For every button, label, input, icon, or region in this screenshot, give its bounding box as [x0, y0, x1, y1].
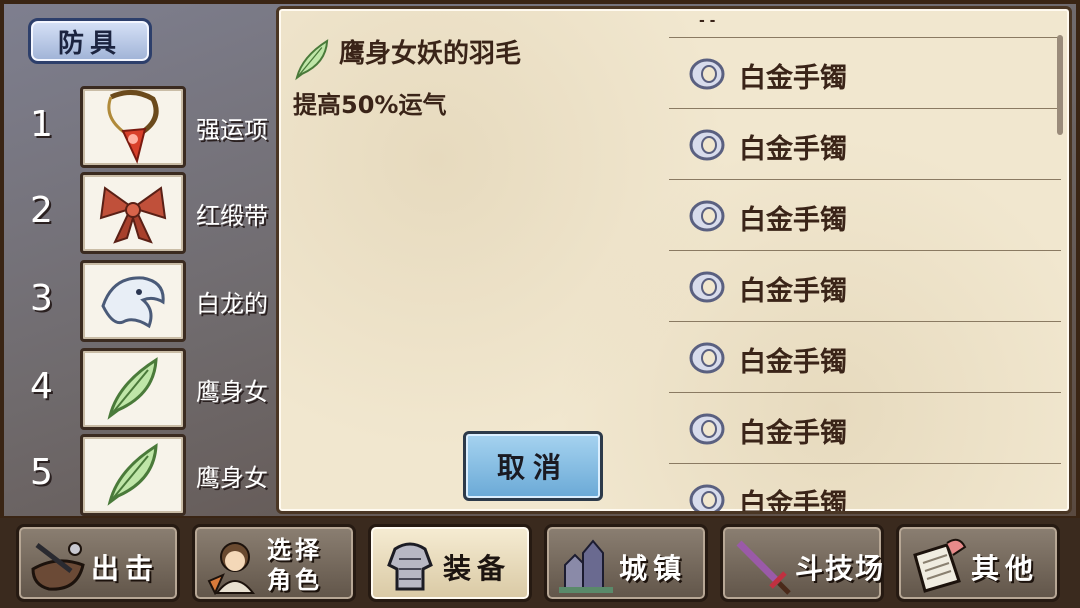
- list-scrollbar[interactable]: [1057, 35, 1063, 135]
- slot-number: 5: [30, 452, 53, 493]
- equipment-slot[interactable]: 5 鹰身女: [30, 434, 290, 518]
- slot-name: 鹰身女: [196, 464, 268, 492]
- ribbon-icon: [80, 172, 186, 254]
- slot-number: 1: [30, 104, 53, 145]
- list-top-marker: - -: [699, 13, 716, 29]
- bracelet-icon: [689, 484, 725, 511]
- item-select-dialog: 鹰身女妖的羽毛 提高50%运气 取消 - - 白金手镯 白金手镯 白金手镯 白金…: [276, 6, 1072, 514]
- slot-name: 白龙的: [196, 290, 268, 318]
- scroll-icon: [913, 538, 967, 593]
- cancel-button[interactable]: 取消: [463, 431, 603, 501]
- nav-label: 选择角色: [267, 536, 323, 594]
- bracelet-icon: [689, 129, 725, 161]
- nav-equipment-button[interactable]: 装备: [368, 524, 532, 602]
- bracelet-icon: [689, 58, 725, 90]
- nav-town-button[interactable]: 城镇: [544, 524, 708, 602]
- town-icon: [559, 539, 613, 593]
- nav-label: 装备: [443, 552, 512, 585]
- bracelet-icon: [689, 271, 725, 303]
- armor-icon: [387, 542, 433, 591]
- list-item-label: 白金手镯: [739, 205, 847, 236]
- item-description: 提高50%运气: [293, 91, 447, 119]
- white-dragon-icon: [80, 260, 186, 342]
- nav-label: 其他: [971, 552, 1040, 585]
- section-tag: 防具: [28, 18, 152, 64]
- list-item[interactable]: 白金手镯: [669, 251, 1061, 322]
- bracelet-icon: [689, 200, 725, 232]
- list-item[interactable]: 白金手镯: [669, 464, 1061, 511]
- equipment-slot[interactable]: 1 强运项: [30, 86, 290, 170]
- sortie-icon: [31, 542, 85, 591]
- character-icon: [207, 542, 256, 595]
- equipment-slot[interactable]: 4 鹰身女: [30, 348, 290, 432]
- list-item[interactable]: 白金手镯: [669, 38, 1061, 109]
- feather-icon: [80, 434, 186, 516]
- list-item-label: 白金手镯: [739, 276, 847, 307]
- nav-label: 出击: [91, 552, 160, 585]
- nav-other-button[interactable]: 其他: [896, 524, 1060, 602]
- list-item[interactable]: 白金手镯: [669, 322, 1061, 393]
- list-item-label: 白金手镯: [739, 489, 847, 511]
- nav-sortie-button[interactable]: 出击: [16, 524, 180, 602]
- slot-number: 3: [30, 278, 53, 319]
- list-item[interactable]: 白金手镯: [669, 109, 1061, 180]
- nav-character-button[interactable]: 选择角色: [192, 524, 356, 602]
- amulet-icon: [80, 86, 186, 168]
- list-item[interactable]: 白金手镯: [669, 393, 1061, 464]
- item-list[interactable]: - - 白金手镯 白金手镯 白金手镯 白金手镯 白金手镯 白金手镯 白金手镯: [669, 9, 1061, 511]
- equipment-slot[interactable]: 2 红缎带: [30, 172, 290, 256]
- bottom-nav: 出击 选择角色 装备 城镇 斗技场 其他: [0, 518, 1080, 608]
- nav-label: 城镇: [619, 552, 688, 585]
- nav-label: 斗技场: [795, 552, 886, 585]
- slot-name: 鹰身女: [196, 378, 268, 406]
- feather-icon: [289, 37, 335, 83]
- list-item-label: 白金手镯: [739, 418, 847, 449]
- list-item-label: 白金手镯: [739, 347, 847, 378]
- slot-name: 强运项: [196, 116, 268, 144]
- feather-icon: [80, 348, 186, 430]
- item-name: 鹰身女妖的羽毛: [339, 39, 522, 69]
- slot-number: 2: [30, 190, 53, 231]
- list-item-label: 白金手镯: [739, 134, 847, 165]
- slot-name: 红缎带: [196, 202, 268, 230]
- sword-icon: [736, 540, 791, 595]
- bracelet-icon: [689, 413, 725, 445]
- list-item[interactable]: 白金手镯: [669, 180, 1061, 251]
- list-item-label: 白金手镯: [739, 63, 847, 94]
- slot-number: 4: [30, 366, 53, 407]
- equipment-slot[interactable]: 3 白龙的: [30, 260, 290, 344]
- nav-arena-button[interactable]: 斗技场: [720, 524, 884, 602]
- bracelet-icon: [689, 342, 725, 374]
